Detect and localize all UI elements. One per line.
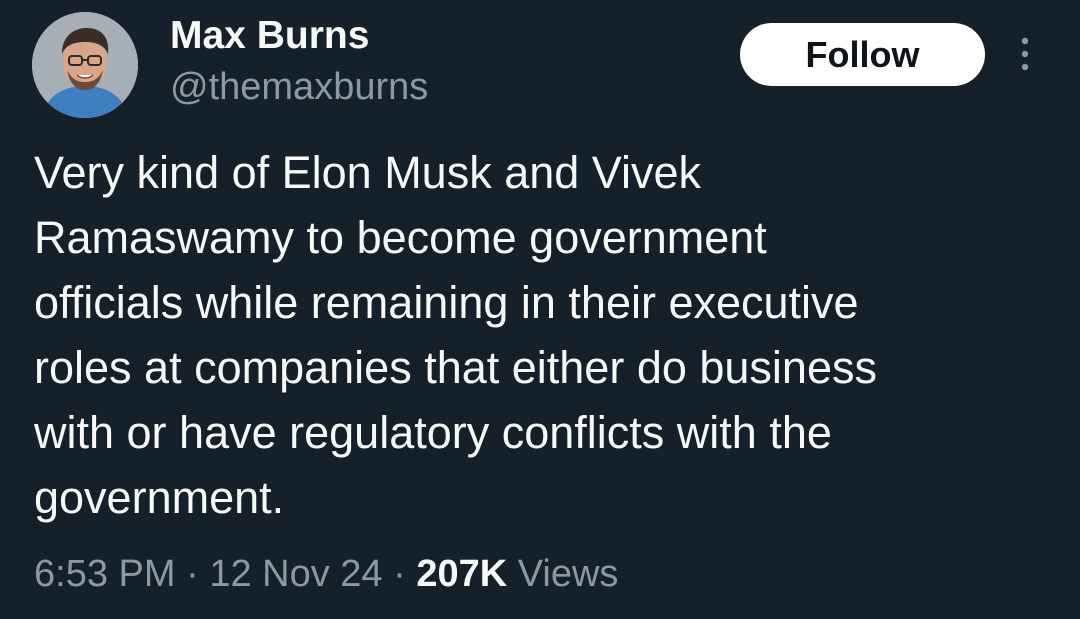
display-name[interactable]: Max Burns (170, 14, 369, 58)
follow-button[interactable]: Follow (740, 23, 985, 86)
tweet-text: Very kind of Elon Musk and Vivek Ramaswa… (34, 147, 877, 523)
tweet-time[interactable]: 6:53 PM (34, 553, 176, 595)
more-options-button[interactable] (1010, 34, 1040, 74)
views-count: 207K (416, 553, 508, 595)
meta-separator: · (186, 553, 210, 595)
tweet-meta: 6:53 PM · 12 Nov 24 · 207K Views (34, 550, 618, 598)
profile-photo-icon (32, 12, 138, 118)
vertical-ellipsis-icon (1021, 37, 1029, 71)
user-handle[interactable]: @themaxburns (170, 66, 428, 108)
views-label: Views (507, 553, 619, 595)
avatar[interactable] (32, 12, 138, 118)
tweet-date[interactable]: 12 Nov 24 (209, 553, 382, 595)
meta-separator: · (393, 553, 417, 595)
